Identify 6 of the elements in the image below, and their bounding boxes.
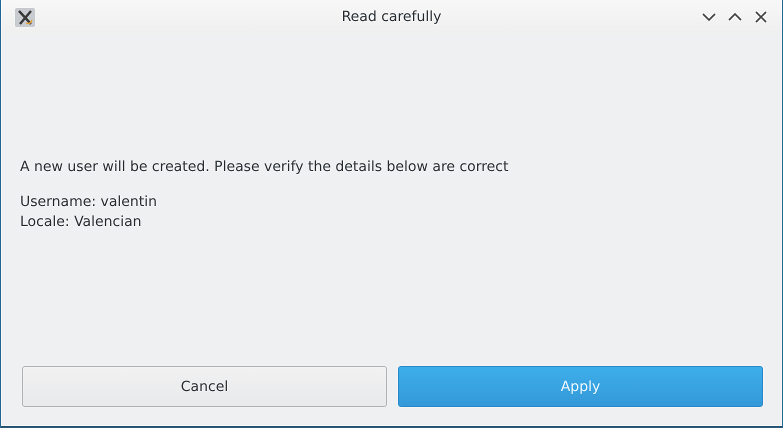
app-icon <box>12 6 36 28</box>
detail-text: Locale: Valencian <box>20 214 143 230</box>
window-title: Read carefully <box>342 9 442 25</box>
detail-text: Username: valentin <box>20 194 158 210</box>
message-text: A new user will be created. Please verify the details below are correct <box>20 159 510 175</box>
dialog-button[interactable]: Cancel <box>22 366 387 407</box>
